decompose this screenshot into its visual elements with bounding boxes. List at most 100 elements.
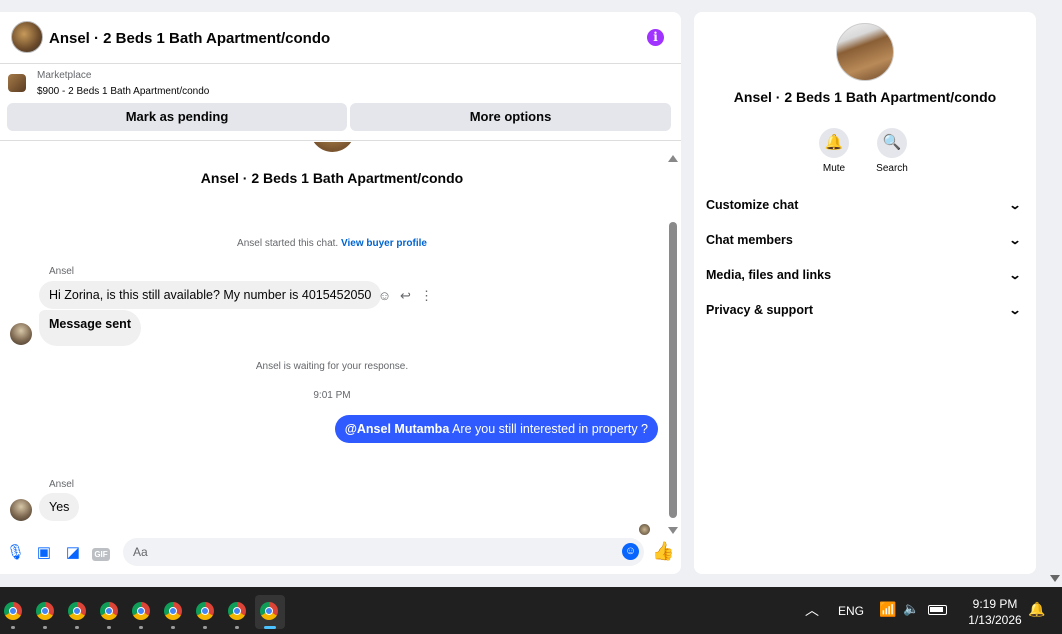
taskbar-app-button[interactable] (191, 595, 221, 629)
chrome-icon (196, 602, 214, 620)
avatar[interactable] (11, 21, 43, 53)
chat-members-row[interactable]: Chat members ⌄ (706, 228, 1026, 252)
volume-icon[interactable]: 🔈 (903, 601, 919, 617)
listing-title[interactable]: $900 - 2 Beds 1 Bath Apartment/condo (37, 86, 209, 97)
chat-started-text: Ansel started this chat. (237, 238, 339, 249)
info-icon[interactable]: i (647, 29, 664, 46)
incoming-message[interactable]: Message sent (39, 310, 141, 346)
mark-as-pending-button[interactable]: Mark as pending (7, 103, 347, 131)
chrome-icon (4, 602, 22, 620)
taskbar-app-button[interactable] (223, 595, 253, 629)
running-indicator (43, 626, 47, 629)
message-input[interactable] (123, 538, 644, 566)
chrome-icon (228, 602, 246, 620)
taskbar-app-button[interactable] (159, 595, 189, 629)
customize-chat-row[interactable]: Customize chat ⌄ (706, 193, 1026, 217)
gif-button[interactable]: GIF (92, 544, 110, 562)
running-indicator (11, 626, 15, 629)
scroll-up-arrow[interactable] (668, 155, 678, 162)
avatar[interactable] (836, 23, 894, 81)
page-scroll-down-arrow[interactable] (1050, 575, 1060, 582)
taskbar-app-button[interactable] (255, 595, 285, 629)
message-thread[interactable]: Ansel · 2 Beds 1 Bath Apartment/condo An… (0, 142, 668, 534)
chat-title[interactable]: Ansel · 2 Beds 1 Bath Apartment/condo (49, 30, 330, 47)
row-label: Media, files and links (706, 268, 832, 282)
date: 1/13/2026 (968, 613, 1022, 627)
chrome-icon (260, 602, 278, 620)
incoming-message[interactable]: Yes (39, 493, 80, 521)
scroll-thumb[interactable] (669, 222, 677, 518)
taskbar: ︿ ENG 📶 🔈 9:19 PM 1/13/2026 🔔 (0, 587, 1062, 634)
microphone-icon[interactable]: 🎙 (6, 544, 25, 562)
chevron-up-icon[interactable]: ︿ (805, 600, 819, 620)
running-indicator (203, 626, 207, 629)
clock[interactable]: 9:19 PM 1/13/2026 (960, 596, 1030, 628)
search-label: Search (876, 163, 908, 174)
details-title: Ansel · 2 Beds 1 Bath Apartment/condo (733, 89, 997, 105)
running-indicator (75, 626, 79, 629)
listing-source: Marketplace (37, 70, 92, 81)
thread-avatar (310, 142, 355, 152)
chevron-down-icon: ⌄ (1008, 303, 1022, 317)
message-timestamp: 9:01 PM (313, 390, 351, 401)
emoji-icon[interactable]: ☺ (622, 543, 639, 560)
bell-icon: 🔔 (819, 128, 849, 158)
photo-icon[interactable]: ▣ (35, 544, 53, 562)
chat-header: Ansel · 2 Beds 1 Bath Apartment/condo i (0, 12, 681, 64)
mute-label: Mute (822, 163, 846, 174)
language-indicator[interactable]: ENG (838, 604, 864, 618)
running-indicator (235, 626, 239, 629)
row-label: Privacy & support (706, 303, 813, 317)
outgoing-message[interactable]: @Ansel Mutamba Are you still interested … (334, 415, 658, 443)
notification-bell-icon[interactable]: 🔔 (1028, 601, 1045, 618)
chevron-down-icon: ⌄ (1008, 198, 1022, 212)
media-files-links-row[interactable]: Media, files and links ⌄ (706, 263, 1026, 287)
react-icon[interactable]: ☺ (374, 288, 395, 303)
listing-banner: Marketplace $900 - 2 Beds 1 Bath Apartme… (0, 65, 681, 141)
taskbar-app-button[interactable] (31, 595, 61, 629)
thread-scrollbar[interactable] (668, 152, 678, 536)
wifi-icon[interactable]: 📶 (879, 601, 896, 618)
mention[interactable]: @Ansel Mutamba (345, 422, 450, 436)
message-actions: ☺ ↩ ⋮ (374, 288, 437, 304)
running-indicator (107, 626, 111, 629)
reply-icon[interactable]: ↩ (395, 288, 416, 304)
mute-button[interactable]: 🔔 Mute (804, 128, 864, 174)
thread-title: Ansel · 2 Beds 1 Bath Apartment/condo (200, 170, 464, 186)
taskbar-app-button[interactable] (63, 595, 93, 629)
details-panel: Ansel · 2 Beds 1 Bath Apartment/condo 🔔 … (694, 12, 1036, 574)
more-options-button[interactable]: More options (350, 103, 671, 131)
chrome-icon (36, 602, 54, 620)
sender-name: Ansel (49, 479, 75, 490)
incoming-message[interactable]: Hi Zorina, is this still available? My n… (39, 281, 382, 309)
taskbar-app-button[interactable] (127, 595, 157, 629)
view-buyer-profile-link[interactable]: View buyer profile (341, 238, 427, 249)
waiting-notice: Ansel is waiting for your response. (255, 361, 409, 372)
sticker-icon[interactable]: ◪ (64, 544, 82, 562)
chrome-icon (100, 602, 118, 620)
sender-name: Ansel (49, 266, 75, 277)
chevron-down-icon: ⌄ (1008, 233, 1022, 247)
chrome-icon (164, 602, 182, 620)
chat-panel: Ansel · 2 Beds 1 Bath Apartment/condo i … (0, 12, 681, 574)
battery-icon[interactable] (928, 605, 947, 615)
listing-thumbnail[interactable] (8, 74, 26, 92)
sender-avatar[interactable] (10, 499, 32, 521)
sender-avatar[interactable] (10, 323, 32, 345)
chrome-icon (68, 602, 86, 620)
privacy-support-row[interactable]: Privacy & support ⌄ (706, 298, 1026, 322)
taskbar-app-button[interactable] (95, 595, 125, 629)
thumbs-up-icon[interactable]: 👍 (652, 541, 674, 562)
row-label: Chat members (706, 233, 793, 247)
composer: 🎙 ▣ ◪ GIF ☺ 👍 (0, 534, 681, 574)
search-icon: 🔍 (877, 128, 907, 158)
scroll-down-arrow[interactable] (668, 527, 678, 534)
chrome-icon (132, 602, 150, 620)
chat-started-notice: Ansel started this chat. View buyer prof… (0, 238, 664, 249)
running-indicator (139, 626, 143, 629)
running-indicator (264, 626, 276, 629)
search-button[interactable]: 🔍 Search (862, 128, 922, 174)
taskbar-app-button[interactable] (0, 595, 29, 629)
more-icon[interactable]: ⋮ (416, 288, 437, 304)
running-indicator (171, 626, 175, 629)
